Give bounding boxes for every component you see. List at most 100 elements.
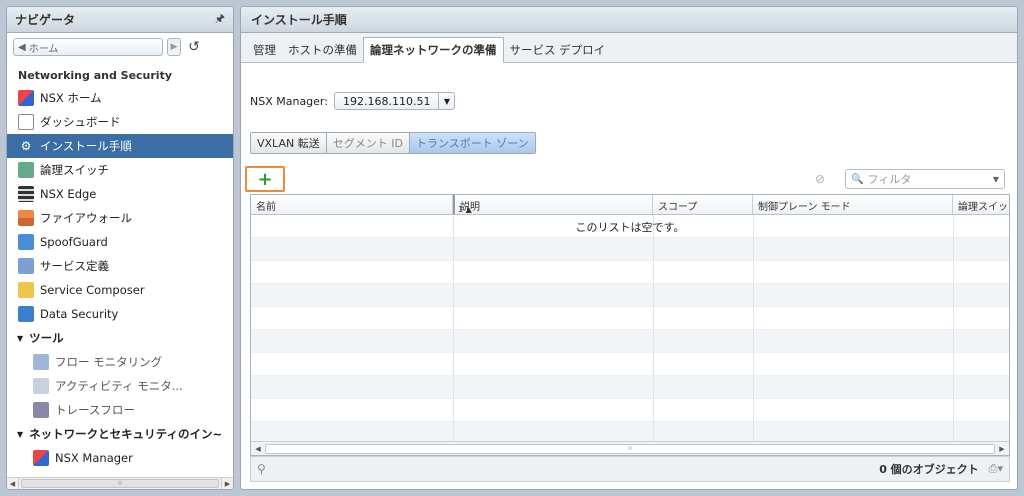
nav-item-flow-monitoring[interactable]: フロー モニタリング [7,350,233,374]
nav-item-traceflow[interactable]: トレースフロー [7,398,233,422]
navigator-panel: ナビゲータ 🖈 ◀ ホーム ▶ ↺ Networking and Securit… [6,6,234,490]
history-icon[interactable]: ↺ [185,38,203,56]
scroll-thumb[interactable]: ⁞⁞ [21,479,219,488]
filter-placeholder: フィルタ [867,173,912,186]
manager-value: 192.168.110.51 [342,94,431,108]
navigator-horizontal-scrollbar[interactable]: ◀ ⁞⁞ ▶ [7,477,233,489]
home-label: ホーム [28,43,59,55]
nav-item-service-definition[interactable]: サービス定義 [7,254,233,278]
nav-label: Service Composer [40,283,145,297]
nav-item-activity-monitor[interactable]: アクティビティ モニタ... [7,374,233,398]
nav-label: SpoofGuard [40,235,108,249]
nav-label: NSX Manager [55,451,133,465]
nav-item-nsx-manager[interactable]: NSX Manager [7,446,233,470]
nsx-home-icon [18,90,34,106]
flow-monitoring-icon [33,354,49,370]
empty-list-message: このリストは空です。 [575,221,685,234]
nav-label: トレースフロー [55,403,135,417]
column-header-control-plane-mode[interactable]: 制御プレーン モード [753,195,953,214]
nav-item-service-composer[interactable]: Service Composer [7,278,233,302]
nav-item-installation[interactable]: ⚙ インストール手順 [7,134,233,158]
navigator-title: ナビゲータ [15,13,76,27]
spoofguard-icon [18,234,34,250]
tab-host-preparation[interactable]: ホストの準備 [282,38,363,62]
scroll-right-icon[interactable]: ▶ [221,478,233,489]
plus-icon: + [257,168,273,190]
nav-label: NSX ホーム [40,91,102,105]
column-divider [653,215,654,441]
nav-label: インストール手順 [40,139,132,153]
table-row [251,376,1009,399]
service-composer-icon [18,282,34,298]
firewall-icon [18,210,34,226]
nav-label: ファイアウォール [40,211,132,225]
pin-icon[interactable]: 🖈 [215,10,225,29]
chevron-down-icon[interactable]: ▼ [438,93,454,109]
table-row [251,284,1009,307]
subtab-bar: VXLAN 転送 セグメント ID トランスポート ゾーン [250,132,536,154]
manager-select[interactable]: 192.168.110.51 ▼ [333,92,456,110]
scroll-left-icon[interactable]: ◀ [251,442,265,455]
table-row [251,261,1009,284]
scroll-thumb[interactable]: ⁞⁞ [265,443,995,454]
logical-switch-icon [18,162,34,178]
triangle-down-icon: ▼ [17,429,24,439]
forward-button[interactable]: ▶ [167,38,181,56]
edge-icon [18,186,34,202]
table-row [251,330,1009,353]
activity-monitor-icon [33,378,49,394]
nav-label: 論理スイッチ [40,163,109,177]
tab-management[interactable]: 管理 [247,38,282,62]
tab-service-deployment[interactable]: サービス デプロイ [504,38,612,62]
nav-item-spoofguard[interactable]: SpoofGuard [7,230,233,254]
nav-group-tools[interactable]: ▼ ツール [7,326,233,350]
service-definition-icon [18,258,34,274]
add-button[interactable]: + [245,166,285,192]
column-header-scope[interactable]: スコープ [653,195,753,214]
column-divider [453,215,454,441]
scroll-right-icon[interactable]: ▶ [995,442,1009,455]
navigator-header: ナビゲータ 🖈 [7,7,233,33]
subtab-segment-id[interactable]: セグメント ID [326,133,410,153]
nav-group-network-inventory[interactable]: ▼ ネットワークとセキュリティのイン~ [7,422,233,446]
binoculars-icon[interactable]: ⚲ [257,462,266,476]
table-horizontal-scrollbar[interactable]: ◀ ⁞⁞ ▶ [251,441,1009,455]
nav-list: NSX ホーム ダッシュボード ⚙ インストール手順 論理スイッチ NSX Edg… [7,86,233,470]
column-header-description[interactable]: 説明 1 ▲ [453,195,653,214]
nav-label: Data Security [40,307,119,321]
nav-item-dashboard[interactable]: ダッシュボード [7,110,233,134]
column-header-name[interactable]: 名前 [251,195,453,214]
nav-item-data-security[interactable]: Data Security [7,302,233,326]
home-nav-row: ◀ ホーム ▶ ↺ [7,33,233,61]
clear-filter-icon[interactable]: ⊘ [815,172,825,186]
search-icon: 🔍 [851,173,864,185]
filter-input[interactable]: 🔍 フィルタ ▼ [845,169,1005,189]
data-security-icon [18,306,34,322]
nav-item-firewall[interactable]: ファイアウォール [7,206,233,230]
manager-row: NSX Manager: 192.168.110.51 ▼ [250,92,456,110]
nav-item-logical-switch[interactable]: 論理スイッチ [7,158,233,182]
column-header-logical-switch[interactable]: 論理スイッチ [953,195,1009,214]
nav-item-nsx-edge[interactable]: NSX Edge [7,182,233,206]
object-count: 0 個のオブジェクト [879,463,979,476]
main-panel: インストール手順 管理 ホストの準備 論理ネットワークの準備 サービス デプロイ… [240,6,1018,490]
nav-label: アクティビティ モニタ... [55,379,183,393]
subtab-vxlan[interactable]: VXLAN 転送 [251,133,327,153]
chevron-down-icon[interactable]: ▼ [993,175,999,184]
sort-ascending-icon: 1 ▲ [458,205,472,214]
page-title: インストール手順 [241,7,1017,33]
nav-label: ダッシュボード [40,115,121,129]
tab-logical-network-preparation[interactable]: 論理ネットワークの準備 [363,37,504,63]
nav-group-label: ネットワークとセキュリティのイン~ [29,427,223,441]
export-icon[interactable]: ⎙▾ [989,462,1003,476]
manager-label: NSX Manager: [250,94,328,108]
nav-item-nsx-home[interactable]: NSX ホーム [7,86,233,110]
traceflow-icon [33,402,49,418]
tab-bar: 管理 ホストの準備 論理ネットワークの準備 サービス デプロイ [241,33,1017,63]
back-home-button[interactable]: ◀ ホーム [13,38,163,56]
back-arrow-icon: ◀ [18,41,26,53]
dashboard-icon [18,114,34,130]
subtab-transport-zone[interactable]: トランスポート ゾーン [409,133,535,153]
scroll-left-icon[interactable]: ◀ [7,478,19,489]
gear-icon: ⚙ [20,139,32,153]
